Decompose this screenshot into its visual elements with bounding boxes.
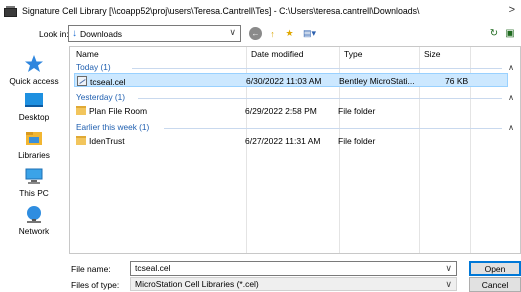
column-header-row: Name Date modified Type Size xyxy=(70,47,520,61)
chevron-down-icon: ∨ xyxy=(229,27,236,37)
place-this-pc[interactable]: This PC xyxy=(0,166,68,198)
app-icon xyxy=(4,5,17,17)
options-icon[interactable]: ▣ xyxy=(504,27,516,39)
network-icon xyxy=(23,204,45,224)
column-type[interactable]: Type xyxy=(344,49,362,59)
window-title: Signature Cell Library [\\coapp52\proj\u… xyxy=(22,6,420,16)
new-folder-icon[interactable]: ★ xyxy=(283,27,296,40)
column-name[interactable]: Name xyxy=(76,49,99,59)
chevron-down-icon: ∨ xyxy=(445,279,452,289)
chevron-down-icon[interactable]: ∨ xyxy=(445,262,452,275)
look-in-row: Look in: ↓ Downloads ∨ ← ↑ ★ ▤▾ ↻ ▣ xyxy=(0,24,521,44)
place-quick-access[interactable]: Quick access xyxy=(0,54,68,86)
collapse-chevron-icon[interactable]: ∧ xyxy=(508,63,514,72)
collapse-chevron-icon[interactable]: ∧ xyxy=(508,93,514,102)
up-folder-icon[interactable]: ↑ xyxy=(266,27,279,40)
file-name-label: File name: xyxy=(71,264,111,274)
libraries-icon xyxy=(23,128,45,148)
folder-icon xyxy=(76,136,86,145)
list-item[interactable]: Plan File Room 6/29/2022 2:58 PM File fo… xyxy=(74,104,508,118)
group-header-today[interactable]: Today (1) xyxy=(76,62,111,72)
refresh-icon[interactable]: ↻ xyxy=(488,27,500,39)
list-item[interactable]: IdenTrust 6/27/2022 11:31 AM File folder xyxy=(74,134,508,148)
cancel-button[interactable]: Cancel xyxy=(469,277,521,292)
column-date-modified[interactable]: Date modified xyxy=(251,49,303,59)
look-in-value: Downloads xyxy=(80,28,123,39)
list-item[interactable]: tcseal.cel 6/30/2022 11:03 AM Bentley Mi… xyxy=(74,73,508,87)
close-icon[interactable]: > xyxy=(509,4,515,16)
column-size[interactable]: Size xyxy=(424,49,441,59)
cel-file-icon xyxy=(77,76,87,86)
group-divider xyxy=(138,98,502,99)
look-in-label: Look in: xyxy=(39,29,69,39)
this-pc-icon xyxy=(23,166,45,186)
view-menu-icon[interactable]: ▤▾ xyxy=(300,27,319,40)
file-type-label: Files of type: xyxy=(71,280,120,290)
quick-access-star-icon xyxy=(23,54,45,74)
look-in-dropdown[interactable]: ↓ Downloads ∨ xyxy=(68,25,241,42)
open-button[interactable]: Open xyxy=(469,261,521,276)
places-bar: Quick access Desktop Libraries This PC N… xyxy=(0,46,68,292)
group-divider xyxy=(132,68,502,69)
file-name-input[interactable]: tcseal.cel ∨ xyxy=(130,261,457,276)
place-libraries[interactable]: Libraries xyxy=(0,128,68,160)
title-bar: Signature Cell Library [\\coapp52\proj\u… xyxy=(0,0,521,22)
desktop-icon xyxy=(23,90,45,110)
back-icon[interactable]: ← xyxy=(249,27,262,40)
collapse-chevron-icon[interactable]: ∧ xyxy=(508,123,514,132)
group-header-yesterday[interactable]: Yesterday (1) xyxy=(76,92,125,102)
folder-icon xyxy=(76,106,86,115)
place-network[interactable]: Network xyxy=(0,204,68,236)
place-desktop[interactable]: Desktop xyxy=(0,90,68,122)
group-header-earlier-this-week[interactable]: Earlier this week (1) xyxy=(76,122,149,132)
file-list[interactable]: Name Date modified Type Size Today (1) ∧… xyxy=(69,46,521,254)
group-divider xyxy=(164,128,502,129)
file-type-dropdown[interactable]: MicroStation Cell Libraries (*.cel) ∨ xyxy=(130,277,457,291)
download-arrow-icon: ↓ xyxy=(72,28,77,39)
